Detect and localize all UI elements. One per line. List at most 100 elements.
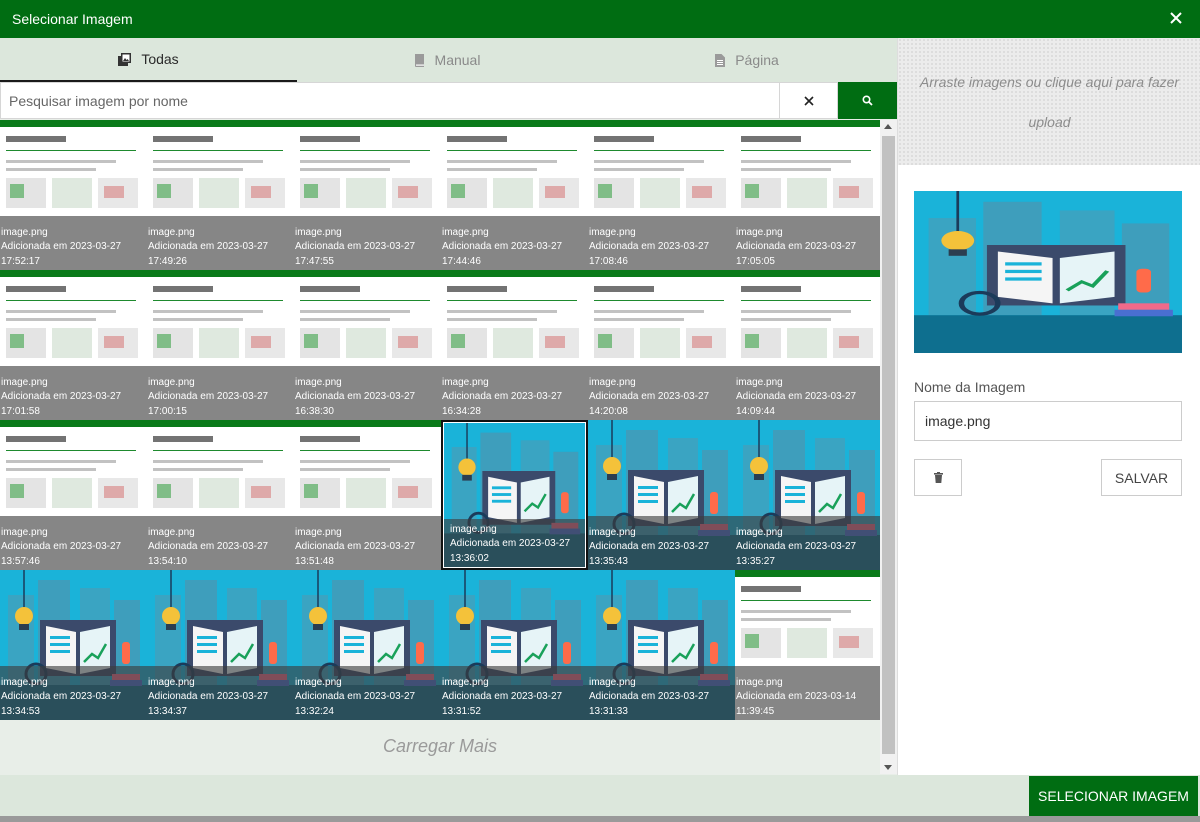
image-name-field[interactable]: [914, 401, 1182, 441]
image-date: Adicionada em 2023-03-27: [450, 538, 571, 549]
select-image-button[interactable]: SELECIONAR IMAGEM: [1029, 776, 1198, 816]
image-time: 13:31:33: [589, 706, 628, 717]
modal-title: Selecionar Imagem: [12, 11, 133, 27]
image-time: 14:09:44: [736, 406, 775, 417]
image-time: 13:36:02: [450, 553, 489, 564]
selected-image-preview: [914, 191, 1182, 353]
image-filename: image.png: [589, 527, 636, 538]
tab-todas[interactable]: Todas: [0, 38, 297, 82]
image-card[interactable]: image.png Adicionada em 2023-03-27 17:08:4…: [588, 120, 735, 270]
tab-label: Todas: [141, 51, 179, 67]
image-filename: image.png: [1, 527, 48, 538]
image-time: 16:34:28: [442, 406, 481, 417]
image-time: 11:39:45: [736, 706, 775, 717]
image-date: Adicionada em 2023-03-27: [442, 241, 563, 252]
image-card[interactable]: image.png Adicionada em 2023-03-27 17:00:1…: [147, 270, 294, 420]
image-filename: image.png: [1, 227, 48, 238]
image-time: 16:38:30: [295, 406, 334, 417]
image-card[interactable]: image.png Adicionada em 2023-03-27 13:34:3…: [147, 570, 294, 720]
image-date: Adicionada em 2023-03-27: [148, 241, 269, 252]
image-card[interactable]: image.png Adicionada em 2023-03-27 13:35:4…: [588, 420, 735, 570]
tab-pagina[interactable]: Página: [597, 38, 897, 82]
image-card[interactable]: image.png Adicionada em 2023-03-27 13:31:3…: [588, 570, 735, 720]
scrollbar-thumb[interactable]: [882, 136, 895, 754]
gallery-panel: Todas Manual Página image.png Adicionada …: [0, 38, 897, 775]
image-filename: image.png: [450, 524, 497, 535]
modal-header: Selecionar Imagem: [0, 0, 1200, 38]
image-card[interactable]: image.png Adicionada em 2023-03-27 17:49:2…: [147, 120, 294, 270]
image-time: 13:54:10: [148, 556, 187, 567]
image-filename: image.png: [295, 527, 342, 538]
image-filename: image.png: [589, 377, 636, 388]
scroll-up-arrow[interactable]: [884, 124, 892, 129]
image-time: 17:49:26: [148, 256, 187, 267]
image-time: 13:35:43: [589, 556, 628, 567]
trash-icon: [933, 472, 943, 483]
image-filename: image.png: [736, 227, 783, 238]
load-more-button[interactable]: Carregar Mais: [0, 736, 880, 757]
image-time: 17:52:17: [1, 256, 40, 267]
image-card[interactable]: image.png Adicionada em 2023-03-27 17:44:4…: [441, 120, 588, 270]
image-card[interactable]: image.png Adicionada em 2023-03-27 17:47:5…: [294, 120, 441, 270]
image-grid: image.png Adicionada em 2023-03-27 17:52:1…: [0, 120, 882, 720]
image-date: Adicionada em 2023-03-14: [736, 691, 857, 702]
image-time: 13:31:52: [442, 706, 481, 717]
image-card[interactable]: image.png Adicionada em 2023-03-27 16:38:3…: [294, 270, 441, 420]
image-filename: image.png: [148, 527, 195, 538]
image-card[interactable]: image.png Adicionada em 2023-03-27 13:36:0…: [441, 420, 588, 570]
close-button[interactable]: [1166, 8, 1186, 28]
book-icon: [414, 53, 424, 67]
upload-dropzone[interactable]: Arraste imagens ou clique aqui para faze…: [898, 38, 1200, 165]
save-button[interactable]: SALVAR: [1101, 459, 1182, 496]
image-card[interactable]: image.png Adicionada em 2023-03-27 13:54:1…: [147, 420, 294, 570]
image-time: 13:57:46: [1, 556, 40, 567]
image-card[interactable]: image.png Adicionada em 2023-03-14 11:39:4…: [735, 570, 882, 720]
search-icon: [862, 95, 873, 106]
images-icon: [118, 52, 132, 66]
image-time: 13:34:37: [148, 706, 187, 717]
image-card[interactable]: image.png Adicionada em 2023-03-27 17:01:5…: [0, 270, 147, 420]
search-bar: [0, 82, 897, 119]
image-date: Adicionada em 2023-03-27: [442, 691, 563, 702]
image-date: Adicionada em 2023-03-27: [295, 391, 416, 402]
image-time: 13:35:27: [736, 556, 775, 567]
image-filename: image.png: [589, 227, 636, 238]
image-card[interactable]: image.png Adicionada em 2023-03-27 17:05:0…: [735, 120, 882, 270]
image-date: Adicionada em 2023-03-27: [295, 691, 416, 702]
search-input[interactable]: [0, 82, 779, 119]
image-date: Adicionada em 2023-03-27: [1, 241, 122, 252]
image-filename: image.png: [736, 527, 783, 538]
image-filename: image.png: [589, 677, 636, 688]
image-card[interactable]: image.png Adicionada em 2023-03-27 17:52:1…: [0, 120, 147, 270]
delete-button[interactable]: [914, 459, 962, 496]
image-card[interactable]: image.png Adicionada em 2023-03-27 13:32:2…: [294, 570, 441, 720]
image-date: Adicionada em 2023-03-27: [1, 541, 122, 552]
image-filename: image.png: [148, 677, 195, 688]
image-time: 17:44:46: [442, 256, 481, 267]
image-time: 13:34:53: [1, 706, 40, 717]
image-name-label: Nome da Imagem: [914, 379, 1026, 395]
image-card[interactable]: image.png Adicionada em 2023-03-27 14:09:4…: [735, 270, 882, 420]
image-filename: image.png: [442, 227, 489, 238]
image-filename: image.png: [295, 677, 342, 688]
tab-manual[interactable]: Manual: [297, 38, 597, 82]
search-button[interactable]: [838, 82, 897, 119]
image-card[interactable]: image.png Adicionada em 2023-03-27 16:34:2…: [441, 270, 588, 420]
image-card[interactable]: image.png Adicionada em 2023-03-27 13:57:4…: [0, 420, 147, 570]
clear-search-button[interactable]: [779, 82, 838, 119]
scrollbar[interactable]: [880, 120, 897, 774]
image-card[interactable]: image.png Adicionada em 2023-03-27 13:51:4…: [294, 420, 441, 570]
scroll-down-arrow[interactable]: [884, 765, 892, 770]
image-card[interactable]: image.png Adicionada em 2023-03-27 13:35:2…: [735, 420, 882, 570]
image-card[interactable]: image.png Adicionada em 2023-03-27 13:31:5…: [441, 570, 588, 720]
image-date: Adicionada em 2023-03-27: [589, 691, 710, 702]
modal-footer: SELECIONAR IMAGEM: [0, 775, 1200, 822]
image-time: 14:20:08: [589, 406, 628, 417]
image-date: Adicionada em 2023-03-27: [736, 541, 857, 552]
image-card[interactable]: image.png Adicionada em 2023-03-27 14:20:0…: [588, 270, 735, 420]
image-card[interactable]: image.png Adicionada em 2023-03-27 13:34:5…: [0, 570, 147, 720]
image-filename: image.png: [148, 227, 195, 238]
image-time: 17:08:46: [589, 256, 628, 267]
image-time: 17:00:15: [148, 406, 187, 417]
image-picker-modal: Selecionar Imagem Todas Manual Página Pe…: [0, 0, 1200, 822]
